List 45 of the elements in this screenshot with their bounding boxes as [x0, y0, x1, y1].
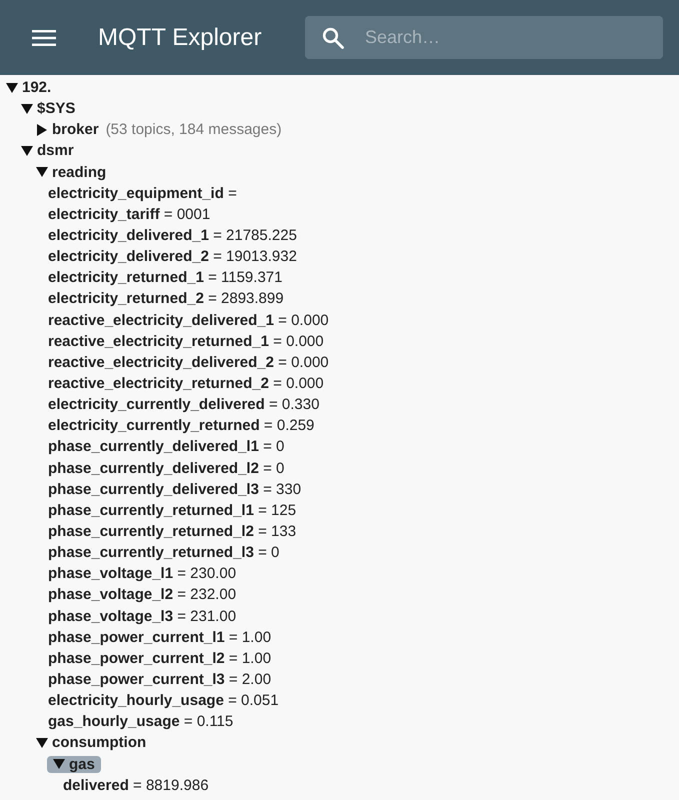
topic-value[interactable]: phase_power_current_l3 = 2.00	[48, 671, 272, 688]
app-title: MQTT Explorer	[98, 24, 263, 52]
caret-down-icon[interactable]	[36, 736, 48, 749]
topic-value[interactable]: phase_currently_delivered_l2 = 0	[48, 460, 284, 477]
topic-value[interactable]: electricity_tariff = 0001	[48, 206, 210, 223]
topic-value[interactable]: reactive_electricity_returned_1 = 0.000	[48, 332, 324, 350]
topic-value[interactable]: phase_voltage_l2 = 232.00	[48, 586, 236, 604]
topic-value[interactable]: electricity_returned_2 = 2893.899	[48, 290, 284, 308]
topic-value[interactable]: phase_currently_returned_l2 = 133	[48, 523, 296, 540]
topic-value[interactable]: phase_currently_delivered_l1 = 0	[48, 438, 284, 456]
topic-value[interactable]: reactive_electricity_delivered_1 = 0.000	[48, 312, 329, 329]
topic-value[interactable]: phase_voltage_l3 = 231.00	[48, 608, 236, 625]
topic-summary: (53 topics, 184 messages)	[106, 121, 282, 138]
topic-value[interactable]: electricity_hourly_usage = 0.051	[48, 692, 279, 710]
topic-value[interactable]: phase_power_current_l1 = 1.00	[48, 628, 272, 646]
caret-down-icon[interactable]	[36, 166, 48, 178]
topic-value[interactable]: electricity_currently_returned = 0.259	[48, 417, 314, 434]
topic-value[interactable]: delivered = 8819.986	[63, 776, 209, 794]
topic-node[interactable]: dsmr	[19, 142, 76, 160]
search-field[interactable]: Search…	[305, 16, 663, 59]
topic-value[interactable]: phase_power_current_l2 = 1.00	[48, 650, 272, 667]
topic-value[interactable]: reactive_electricity_returned_2 = 0.000	[48, 375, 324, 392]
topic-value[interactable]: electricity_delivered_1 = 21785.225	[48, 227, 297, 244]
caret-down-icon[interactable]	[6, 82, 18, 94]
caret-down-icon[interactable]	[53, 758, 65, 770]
topic-value[interactable]: electricity_returned_1 = 1159.371	[48, 269, 282, 286]
caret-right-icon[interactable]	[36, 124, 48, 136]
menu-icon[interactable]	[32, 28, 56, 46]
topic-node[interactable]: 192.	[4, 79, 54, 96]
topic-value[interactable]: electricity_equipment_id =	[48, 184, 237, 202]
caret-down-icon[interactable]	[21, 144, 33, 157]
topic-value[interactable]: phase_voltage_l1 = 230.00	[48, 565, 236, 582]
caret-down-icon[interactable]	[21, 102, 33, 115]
topic-value[interactable]: electricity_currently_delivered = 0.330	[48, 396, 320, 414]
topic-value[interactable]: electricity_delivered_2 = 19013.932	[48, 248, 297, 266]
topic-value[interactable]: phase_currently_delivered_l3 = 330	[48, 480, 302, 498]
topic-value[interactable]: reactive_electricity_delivered_2 = 0.000	[48, 354, 329, 371]
topic-value[interactable]: phase_currently_returned_l3 = 0	[48, 544, 280, 562]
topic-node[interactable]: reading	[34, 164, 108, 181]
topic-node[interactable]: broker	[34, 121, 101, 138]
topic-value[interactable]: phase_currently_returned_l1 = 125	[48, 502, 296, 519]
topic-node[interactable]: gas	[47, 756, 101, 773]
topic-node[interactable]: $SYS	[19, 100, 78, 118]
topic-value[interactable]: gas_hourly_usage = 0.115	[48, 713, 234, 730]
topic-node[interactable]: consumption	[34, 734, 148, 752]
